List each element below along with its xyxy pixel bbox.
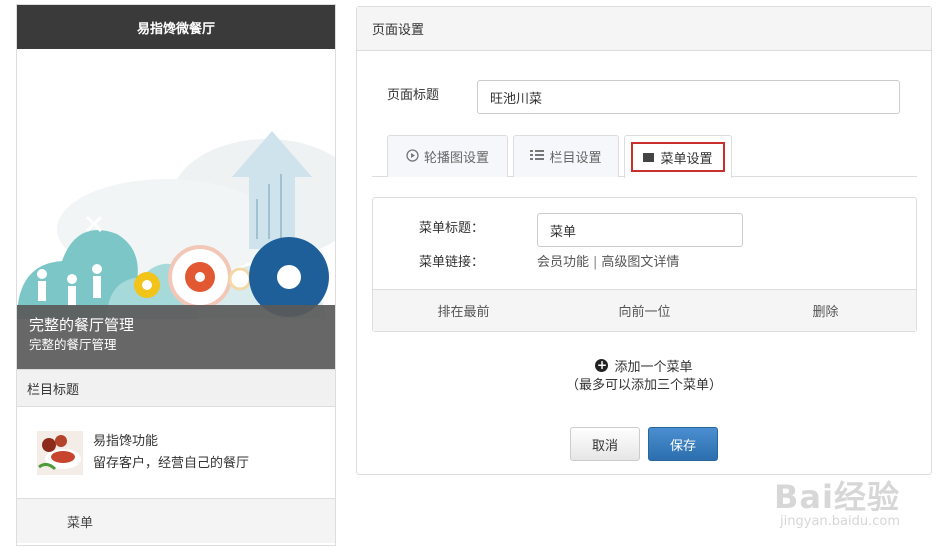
active-tab-highlight: 菜单设置 bbox=[631, 142, 725, 172]
list-icon bbox=[530, 149, 545, 164]
menu-item-editor: 菜单标题： 菜单链接： 会员功能 |高级图文详情 排在最前 向前一位 删除 bbox=[372, 197, 917, 332]
add-menu-label: 添加一个菜单 bbox=[614, 359, 693, 375]
food-thumbnail-icon bbox=[37, 430, 83, 475]
banner-slide[interactable]: 完整的餐厅管理 完整的餐厅管理 bbox=[17, 49, 335, 369]
play-circle-icon bbox=[406, 148, 419, 165]
page-title-input[interactable] bbox=[477, 80, 900, 114]
menu-link-options: 会员功能 | 高级图文详情 bbox=[537, 251, 679, 270]
menu-link-label: 菜单链接： bbox=[419, 255, 485, 270]
banner-caption-subtitle: 完整的餐厅管理 bbox=[29, 337, 117, 352]
column-title: 栏目标题 bbox=[17, 369, 335, 407]
add-menu-section: + 添加一个菜单 （最多可以添加三个菜单） bbox=[357, 355, 931, 397]
link-option-member-features[interactable]: 会员功能 bbox=[537, 255, 589, 270]
tab-label: 栏目设置 bbox=[549, 151, 602, 166]
tab-label: 轮播图设置 bbox=[423, 151, 489, 166]
watermark-url: jingyan.baidu.com bbox=[780, 514, 900, 529]
tab-carousel-settings[interactable]: 轮播图设置 bbox=[387, 135, 508, 177]
move-up-button[interactable]: 向前一位 bbox=[554, 290, 735, 331]
add-menu-hint: （最多可以添加三个菜单） bbox=[565, 378, 722, 393]
phone-preview: 易指馋微餐厅 完整的餐厅管理 完整的餐厅管理 栏目标题 易指馋功能 留存客户，经… bbox=[16, 4, 336, 546]
save-button[interactable]: 保存 bbox=[648, 427, 718, 461]
banner-caption-title: 完整的餐厅管理 bbox=[29, 316, 135, 334]
feature-title: 易指馋功能 bbox=[93, 433, 159, 449]
baidu-jingyan-watermark: Bai经验 jingyan.baidu.com bbox=[774, 480, 900, 530]
delete-button[interactable]: 删除 bbox=[735, 290, 916, 331]
cancel-button[interactable]: 取消 bbox=[570, 427, 640, 461]
feature-item[interactable]: 易指馋功能 留存客户，经营自己的餐厅 bbox=[17, 407, 335, 499]
feature-description: 留存客户，经营自己的餐厅 bbox=[93, 455, 250, 471]
add-menu-button[interactable]: + 添加一个菜单 bbox=[357, 355, 931, 375]
settings-tabs: 轮播图设置 栏目设置 菜单设置 bbox=[372, 135, 917, 178]
phone-header-title: 易指馋微餐厅 bbox=[17, 5, 335, 49]
link-separator: | bbox=[593, 255, 598, 270]
plus-circle-icon: + bbox=[595, 357, 609, 372]
square-icon bbox=[643, 152, 655, 162]
link-option-advanced-article[interactable]: 高级图文详情 bbox=[601, 255, 679, 270]
watermark-brand: Bai经验 bbox=[774, 478, 900, 516]
menu-item-actions: 排在最前 向前一位 删除 bbox=[373, 289, 916, 331]
panel-title: 页面设置 bbox=[357, 7, 931, 51]
tab-column-settings[interactable]: 栏目设置 bbox=[513, 135, 619, 177]
page-title-label: 页面标题 bbox=[387, 88, 440, 103]
tab-label: 菜单设置 bbox=[660, 151, 713, 167]
menu-title-input[interactable] bbox=[537, 213, 743, 247]
move-to-top-button[interactable]: 排在最前 bbox=[373, 290, 554, 331]
page-settings-panel: 页面设置 页面标题 轮播图设置 栏目设置 菜单设置 菜单标题： 菜单链接： 会员 bbox=[356, 6, 932, 475]
menu-title-label: 菜单标题： bbox=[419, 221, 485, 236]
tab-menu-settings[interactable]: 菜单设置 bbox=[624, 135, 732, 178]
banner-caption: 完整的餐厅管理 完整的餐厅管理 bbox=[17, 305, 335, 369]
phone-menu-item[interactable]: 菜单 bbox=[17, 499, 335, 543]
